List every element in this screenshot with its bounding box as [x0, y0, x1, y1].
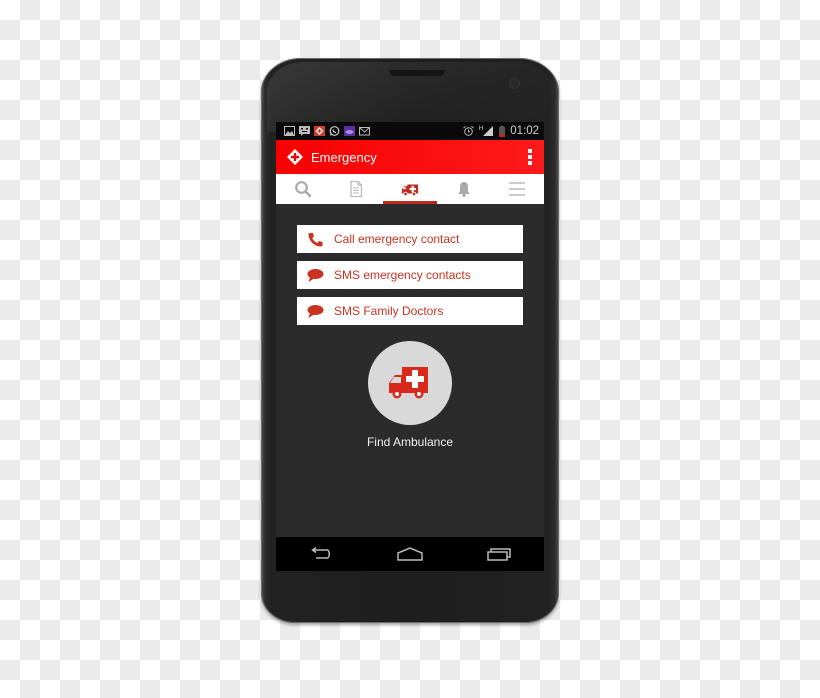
back-button[interactable] [301, 542, 341, 566]
app-emergency-icon [314, 126, 325, 136]
whatsapp-icon [329, 126, 340, 136]
home-button[interactable] [390, 542, 430, 566]
menu-icon [509, 182, 526, 196]
action-label: Call emergency contact [334, 232, 460, 246]
home-icon [397, 547, 423, 561]
chat-bubble-icon [307, 304, 324, 318]
signal-indicator: H [479, 126, 494, 136]
overflow-menu-icon [528, 149, 532, 153]
cloud-app-icon [344, 126, 355, 136]
clock: 01:02 [510, 125, 539, 137]
battery-icon [499, 125, 506, 137]
alarm-icon [463, 126, 474, 136]
navigation-bar [276, 537, 544, 571]
action-label: SMS emergency contacts [334, 268, 471, 282]
bell-icon [457, 182, 470, 198]
overflow-dot [528, 155, 532, 159]
action-list: Call emergency contact SMS emergency con… [297, 225, 523, 325]
find-ambulance-section: Find Ambulance [276, 341, 544, 449]
emergency-diamond-icon [287, 149, 303, 165]
tab-menu[interactable] [490, 174, 544, 204]
document-icon [350, 180, 363, 198]
system-status: H 01:02 [463, 125, 539, 137]
tab-documents[interactable] [330, 174, 384, 204]
phone-icon [308, 232, 323, 246]
signal-icon [483, 126, 494, 136]
sms-emergency-contacts-button[interactable]: SMS emergency contacts [297, 261, 523, 289]
status-bar: H 01:02 [276, 122, 544, 140]
image-icon [284, 126, 295, 136]
chat-bubble-icon [307, 268, 324, 282]
app-title: Emergency [311, 149, 377, 165]
app-bar: Emergency [276, 140, 544, 174]
gmail-icon [359, 127, 370, 136]
overflow-dot [528, 161, 532, 165]
back-icon [310, 547, 330, 559]
earpiece-speaker [389, 70, 445, 76]
search-icon [294, 181, 312, 198]
ambulance-icon [389, 367, 428, 399]
tab-notifications[interactable] [437, 174, 491, 204]
recent-apps-icon [487, 548, 512, 561]
call-emergency-contact-button[interactable]: Call emergency contact [297, 225, 523, 253]
sms-family-doctors-button[interactable]: SMS Family Doctors [297, 297, 523, 325]
message-icon [299, 126, 310, 136]
tab-ambulance[interactable] [383, 174, 437, 204]
ambulance-icon [401, 184, 419, 197]
tab-bar [276, 174, 544, 204]
notification-icons [284, 126, 370, 136]
recent-apps-button[interactable] [479, 542, 519, 566]
phone-screen: H 01:02 Emergency Call emergency contact… [276, 122, 544, 571]
find-ambulance-button[interactable] [368, 341, 452, 425]
find-ambulance-label: Find Ambulance [366, 435, 454, 449]
action-label: SMS Family Doctors [334, 304, 444, 318]
front-camera [510, 79, 519, 88]
overflow-menu-button[interactable] [528, 149, 534, 165]
tab-search[interactable] [276, 174, 330, 204]
